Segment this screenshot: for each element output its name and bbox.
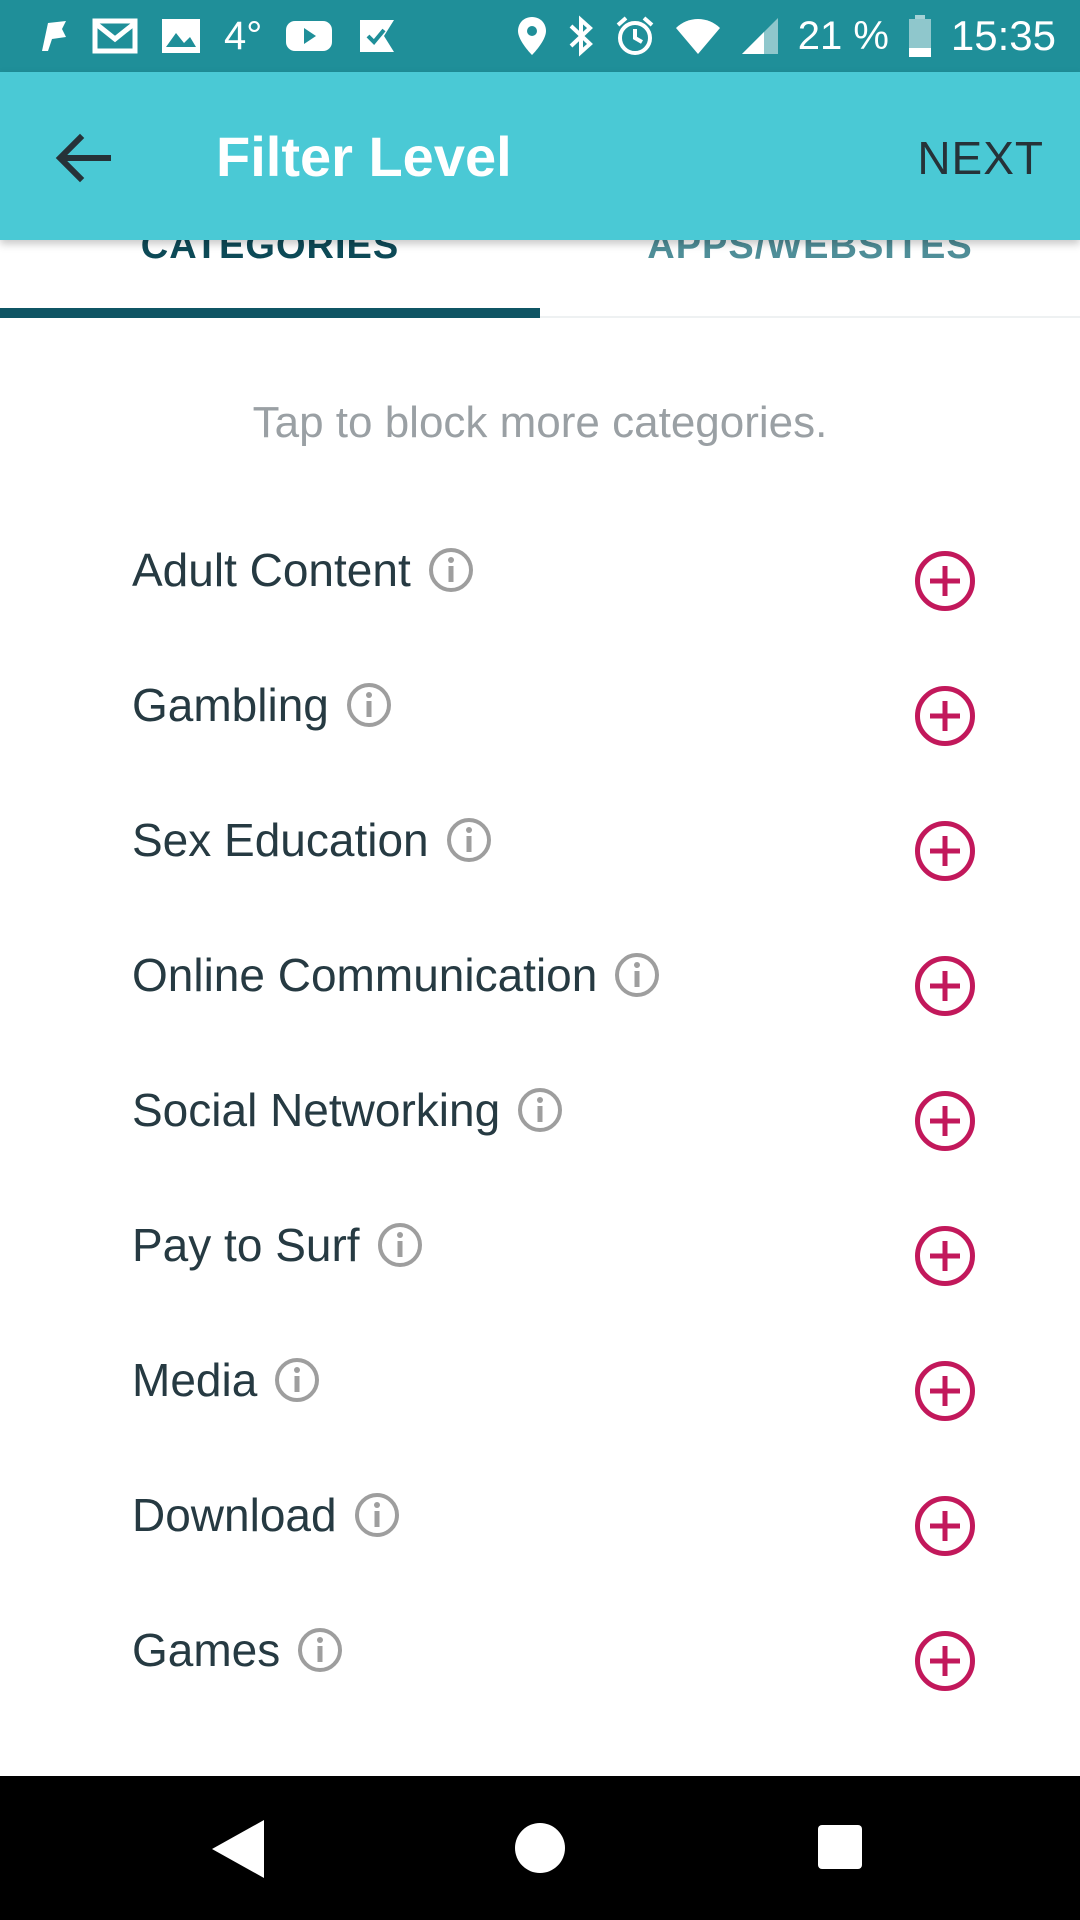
category-row[interactable]: Sex Education — [0, 782, 1080, 917]
category-label: Download — [132, 1489, 337, 1541]
category-label: Social Networking — [132, 1084, 501, 1136]
info-icon[interactable] — [516, 1086, 564, 1134]
navigation-bar — [0, 1776, 1080, 1920]
category-row[interactable]: Pay to Surf — [0, 1187, 1080, 1322]
arrow-back-icon[interactable] — [52, 126, 116, 190]
category-label: Gambling — [132, 679, 329, 731]
category-row[interactable]: Media — [0, 1322, 1080, 1457]
category-label: Sex Education — [132, 814, 429, 866]
page-title: Filter Level — [216, 125, 512, 188]
category-label: Pay to Surf — [132, 1219, 360, 1271]
category-row[interactable]: Games — [0, 1592, 1080, 1727]
category-label: Online Communication — [132, 949, 598, 1001]
category-label: Games — [132, 1624, 281, 1676]
add-circle-icon[interactable] — [914, 1090, 976, 1152]
info-icon[interactable] — [353, 1491, 401, 1539]
add-circle-icon[interactable] — [914, 1630, 976, 1692]
status-bar: 4° 21 % 15:35 — [0, 0, 1080, 72]
category-row[interactable]: Download — [0, 1457, 1080, 1592]
cell-signal-icon — [741, 18, 778, 54]
bluetooth-icon — [569, 15, 593, 57]
app-bar: Filter Level NEXT — [0, 72, 1080, 240]
location-icon — [517, 17, 546, 55]
youtube-icon — [286, 21, 333, 51]
tab-selected-indicator — [0, 308, 540, 318]
category-row[interactable]: Gambling — [0, 647, 1080, 782]
info-icon[interactable] — [273, 1356, 321, 1404]
info-icon[interactable] — [296, 1626, 344, 1674]
category-label: Media — [132, 1354, 258, 1406]
nav-back-icon[interactable] — [206, 1816, 268, 1882]
category-row[interactable]: Adult Content — [0, 512, 1080, 647]
info-icon[interactable] — [345, 681, 393, 729]
battery-percent-text: 21 % — [797, 14, 889, 58]
gmail-icon — [92, 18, 138, 54]
add-circle-icon[interactable] — [914, 820, 976, 882]
category-row[interactable]: Online Communication — [0, 917, 1080, 1052]
add-circle-icon[interactable] — [914, 1225, 976, 1287]
add-circle-icon[interactable] — [914, 955, 976, 1017]
info-icon[interactable] — [427, 546, 475, 594]
clock-text: 15:35 — [950, 12, 1056, 59]
battery-icon — [908, 15, 931, 57]
category-label: Adult Content — [132, 544, 411, 596]
add-circle-icon[interactable] — [914, 1360, 976, 1422]
nav-home-icon[interactable] — [515, 1823, 565, 1873]
category-list: Adult Content Gambling Sex Education Online… — [0, 512, 1080, 1727]
gallery-icon — [162, 19, 200, 53]
alarm-icon — [616, 16, 654, 55]
nav-recents-icon[interactable] — [818, 1825, 862, 1869]
add-circle-icon[interactable] — [914, 1495, 976, 1557]
wifi-icon — [675, 19, 720, 54]
hint-text: Tap to block more categories. — [252, 398, 828, 447]
add-circle-icon[interactable] — [914, 550, 976, 612]
info-icon[interactable] — [376, 1221, 424, 1269]
temperature-text: 4° — [224, 14, 263, 58]
notification-flag-icon — [42, 21, 66, 51]
add-circle-icon[interactable] — [914, 685, 976, 747]
info-icon[interactable] — [613, 951, 661, 999]
category-row[interactable]: Social Networking — [0, 1052, 1080, 1187]
next-button[interactable]: NEXT — [917, 130, 1044, 186]
check-app-icon — [360, 20, 395, 52]
info-icon[interactable] — [445, 816, 493, 864]
